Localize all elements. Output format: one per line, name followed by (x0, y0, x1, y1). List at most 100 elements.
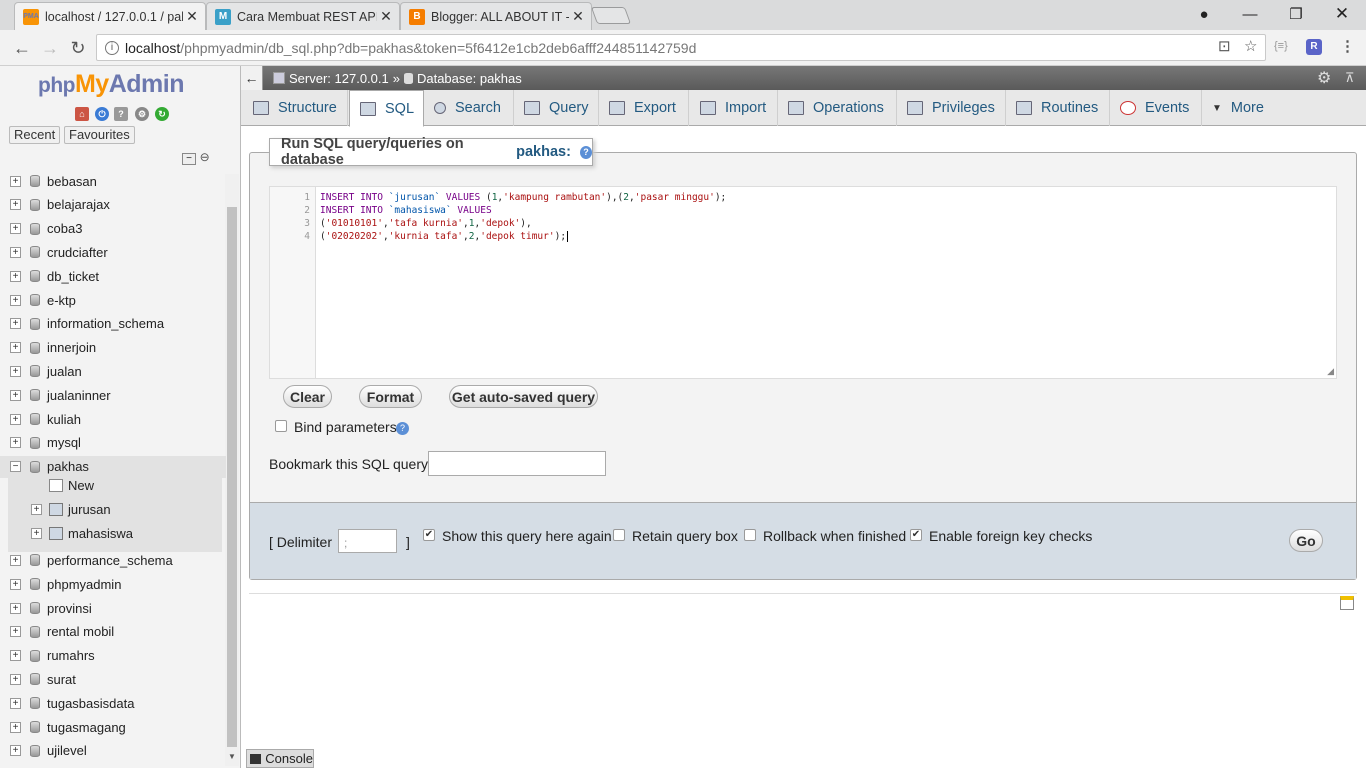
database-item[interactable]: + information_schema (0, 313, 226, 335)
tab-operations[interactable]: Operations (778, 90, 897, 126)
expand-icon[interactable]: + (31, 527, 42, 539)
expand-icon[interactable]: + (10, 413, 21, 425)
expand-icon[interactable]: + (10, 602, 21, 614)
forward-arrow-icon[interactable]: → (38, 36, 62, 60)
close-tab-icon[interactable]: ✕ (183, 8, 201, 25)
expand-icon[interactable]: + (10, 270, 21, 282)
logout-icon[interactable]: ⏻ (95, 107, 109, 121)
expand-icon[interactable]: + (10, 745, 21, 757)
favourites-button[interactable]: Favourites (64, 126, 135, 144)
tab-privileges[interactable]: Privileges (897, 90, 1006, 126)
database-item[interactable]: + belajarajax (0, 194, 226, 216)
phpmyadmin-logo[interactable]: phpMyAdmin (38, 70, 185, 99)
help-icon[interactable]: ? (396, 422, 409, 435)
expand-icon[interactable]: + (10, 318, 21, 330)
database-item[interactable]: + bebasan (0, 170, 226, 192)
database-item[interactable]: + db_ticket (0, 265, 226, 287)
nav-scrollbar-thumb[interactable] (227, 207, 237, 747)
database-item[interactable]: + ujilevel (0, 740, 226, 762)
browser-tab-phpmyadmin[interactable]: PMA localhost / 127.0.0.1 / pak ✕ (14, 2, 206, 30)
tab-export[interactable]: Export (599, 90, 689, 126)
breadcrumb-database[interactable]: Database: pakhas (417, 71, 522, 86)
reload-icon[interactable]: ↻ (66, 36, 90, 60)
expand-icon[interactable]: + (10, 389, 21, 401)
tab-events[interactable]: Events (1110, 90, 1202, 126)
home-icon[interactable]: ⌂ (75, 107, 89, 121)
new-tab-button[interactable] (590, 7, 632, 24)
table-item[interactable]: + mahasiswa (0, 522, 226, 544)
expand-icon[interactable]: + (10, 626, 21, 638)
collapse-all-icon[interactable]: − (182, 153, 196, 165)
tab-sql[interactable]: SQL (349, 90, 424, 127)
docs-icon[interactable]: ? (114, 107, 128, 121)
clear-button[interactable]: Clear (283, 385, 332, 408)
maximize-icon[interactable]: ❐ (1276, 0, 1316, 28)
database-item[interactable]: + performance_schema (0, 549, 226, 571)
expand-icon[interactable]: + (10, 294, 21, 306)
expand-icon[interactable]: + (10, 365, 21, 377)
expand-icon[interactable]: + (10, 721, 21, 733)
bookmark-input[interactable] (428, 451, 606, 476)
profile-icon[interactable]: ● (1184, 0, 1224, 28)
expand-icon[interactable]: + (10, 673, 21, 685)
expand-icon[interactable]: + (10, 199, 21, 211)
page-settings-icon[interactable] (1340, 596, 1354, 610)
database-item[interactable]: + kuliah (0, 408, 226, 430)
minimize-icon[interactable]: — (1230, 0, 1270, 28)
database-item[interactable]: + mysql (0, 432, 226, 454)
address-bar[interactable]: i localhost/phpmyadmin/db_sql.php?db=pak… (96, 34, 1266, 61)
database-item[interactable]: + rental mobil (0, 621, 226, 643)
expand-icon[interactable]: + (10, 175, 21, 187)
database-item[interactable]: + surat (0, 668, 226, 690)
tab-routines[interactable]: Routines (1006, 90, 1110, 126)
link-with-main-icon[interactable]: ⊖ (200, 150, 214, 164)
back-arrow-icon[interactable]: ← (10, 36, 34, 60)
database-item[interactable]: + innerjoin (0, 337, 226, 359)
recent-button[interactable]: Recent (9, 126, 61, 144)
database-item[interactable]: + provinsi (0, 597, 226, 619)
tab-structure[interactable]: Structure (243, 90, 348, 126)
database-item[interactable]: + e-ktp (0, 289, 226, 311)
tab-query[interactable]: Query (514, 90, 599, 126)
browser-tab-rest-api[interactable]: M Cara Membuat REST API ✕ (206, 2, 400, 30)
bind-parameters-checkbox[interactable] (275, 420, 287, 432)
get-auto-saved-query-button[interactable]: Get auto-saved query (449, 385, 598, 408)
console-toggle[interactable]: Console (246, 749, 314, 768)
table-item[interactable]: + jurusan (0, 498, 226, 520)
database-item[interactable]: + jualaninner (0, 384, 226, 406)
expand-icon[interactable]: + (10, 650, 21, 662)
database-item[interactable]: + tugasbasisdata (0, 692, 226, 714)
scroll-down-icon[interactable]: ▼ (228, 752, 236, 761)
expand-icon[interactable]: + (10, 697, 21, 709)
database-item[interactable]: + tugasmagang (0, 716, 226, 738)
close-window-icon[interactable]: ✕ (1322, 0, 1362, 28)
extension-r-icon[interactable]: R (1306, 39, 1322, 55)
collapse-icon[interactable]: − (10, 461, 21, 473)
expand-icon[interactable]: + (10, 342, 21, 354)
browser-tab-blogger[interactable]: B Blogger: ALL ABOUT IT - ✕ (400, 2, 592, 30)
help-icon[interactable]: ? (579, 145, 592, 159)
database-item[interactable]: + phpmyadmin (0, 573, 226, 595)
tab-import[interactable]: Import (690, 90, 778, 126)
new-table-item[interactable]: New (0, 474, 226, 496)
format-button[interactable]: Format (359, 385, 422, 408)
sql-editor[interactable]: 1 2 3 4 INSERT INTO `jurusan` VALUES (1,… (269, 186, 1337, 379)
collapse-nav-arrow-icon[interactable]: ← (241, 66, 263, 90)
database-item[interactable]: + rumahrs (0, 645, 226, 667)
breadcrumb-server[interactable]: Server: 127.0.0.1 (289, 71, 389, 86)
bookmark-star-icon[interactable]: ☆ (1244, 37, 1257, 55)
database-item[interactable]: + jualan (0, 360, 226, 382)
database-item[interactable]: + crudciafter (0, 241, 226, 263)
reload-nav-icon[interactable]: ↻ (155, 107, 169, 121)
show-query-checkbox[interactable]: ✔ (423, 529, 435, 541)
expand-icon[interactable]: + (10, 246, 21, 258)
legend-db-link[interactable]: pakhas: (516, 144, 571, 160)
settings-gear-icon[interactable]: ⚙ (1317, 68, 1331, 88)
settings-gear-icon[interactable]: ⚙ (135, 107, 149, 121)
resize-handle-icon[interactable]: ◢ (1327, 366, 1334, 377)
retain-query-box-checkbox[interactable] (613, 529, 625, 541)
collapse-top-icon[interactable]: ⊼ (1345, 70, 1355, 86)
database-item[interactable]: + coba3 (0, 218, 226, 240)
delimiter-input[interactable]: ; (338, 529, 397, 553)
info-icon[interactable]: i (105, 40, 119, 55)
